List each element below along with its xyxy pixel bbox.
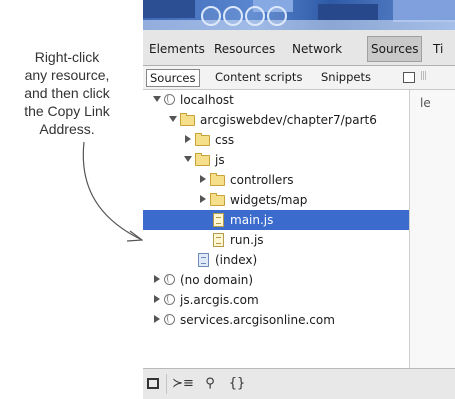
editor-pane xyxy=(410,90,455,368)
search-icon[interactable]: ⚲ xyxy=(201,369,219,399)
browser-banner xyxy=(143,0,455,30)
tree-item-label: (index) xyxy=(215,253,258,267)
toolbar-divider xyxy=(166,374,167,394)
tab-resources[interactable]: Resources xyxy=(214,36,275,62)
tree-item-label: main.js xyxy=(230,213,274,227)
pretty-print-icon[interactable]: {} xyxy=(227,369,247,399)
folder-icon xyxy=(210,173,225,186)
callout-line-3: and then click xyxy=(24,85,110,101)
script-file-icon xyxy=(213,233,224,247)
subtab-snippets[interactable]: Snippets xyxy=(321,69,371,87)
callout-line-4: the Copy Link xyxy=(24,103,110,119)
tree-item-run-js[interactable]: run.js xyxy=(143,230,409,250)
resize-grip-icon[interactable]: ||| xyxy=(420,71,427,81)
expand-arrow-icon[interactable] xyxy=(184,156,192,162)
sources-sub-tab-bar: Sources Content scripts Snippets ||| xyxy=(143,66,455,90)
tree-item-controllers-folder[interactable]: controllers xyxy=(143,170,409,190)
expand-arrow-icon[interactable] xyxy=(169,116,177,122)
tree-item-main-js[interactable]: main.js xyxy=(143,210,409,230)
collapse-arrow-icon[interactable] xyxy=(200,175,206,183)
tab-sources[interactable]: Sources xyxy=(367,36,423,62)
collapse-arrow-icon[interactable] xyxy=(200,195,206,203)
instruction-callout: Right-click any resource, and then click… xyxy=(0,48,134,138)
collapse-arrow-icon[interactable] xyxy=(154,295,160,303)
folder-icon xyxy=(195,153,210,166)
tab-elements[interactable]: Elements xyxy=(149,36,205,62)
folder-icon xyxy=(195,133,210,146)
tree-item-label: controllers xyxy=(230,173,294,187)
collapse-arrow-icon[interactable] xyxy=(154,275,160,283)
tree-item-localhost[interactable]: localhost xyxy=(143,90,409,110)
dock-icon[interactable] xyxy=(147,369,161,399)
tree-item-widgets-map-folder[interactable]: widgets/map xyxy=(143,190,409,210)
tree-item-index[interactable]: (index) xyxy=(143,250,409,270)
globe-icon xyxy=(164,274,175,285)
tree-item-label: (no domain) xyxy=(180,273,254,287)
folder-icon xyxy=(180,113,195,126)
document-file-icon xyxy=(198,253,209,267)
subtab-sources[interactable]: Sources xyxy=(146,69,200,87)
script-file-icon xyxy=(213,213,224,227)
callout-line-1: Right-click xyxy=(34,49,100,65)
tab-timeline[interactable]: Ti xyxy=(433,36,443,62)
tree-item-label: localhost xyxy=(180,93,234,107)
tree-item-label: services.arcgisonline.com xyxy=(180,313,335,327)
globe-icon xyxy=(164,94,175,105)
globe-icon xyxy=(164,314,175,325)
sources-tree: localhost arcgiswebdev/chapter7/part6 cs… xyxy=(143,90,409,368)
tree-item-css-folder[interactable]: css xyxy=(143,130,409,150)
console-icon[interactable]: ≻≡ xyxy=(172,369,194,399)
editor-pane-text: le xyxy=(420,96,431,110)
bottom-toolbar: ≻≡ ⚲ {} xyxy=(143,368,455,399)
globe-icon xyxy=(164,294,175,305)
tree-item-label: css xyxy=(215,133,235,147)
tree-item-label: js xyxy=(215,153,225,167)
toggle-panel-icon[interactable] xyxy=(403,72,415,83)
folder-icon xyxy=(210,193,225,206)
tree-item-no-domain[interactable]: (no domain) xyxy=(143,270,409,290)
collapse-arrow-icon[interactable] xyxy=(154,315,160,323)
tree-item-js-folder[interactable]: js xyxy=(143,150,409,170)
callout-line-2: any resource, xyxy=(24,67,110,83)
tree-item-services-arcgisonline-com[interactable]: services.arcgisonline.com xyxy=(143,310,409,330)
subtab-content-scripts[interactable]: Content scripts xyxy=(215,69,302,87)
tree-item-label: js.arcgis.com xyxy=(180,293,259,307)
tab-network[interactable]: Network xyxy=(292,36,342,62)
devtools-window: Elements Resources Network Sources Ti So… xyxy=(143,0,455,399)
tree-item-label: widgets/map xyxy=(230,193,308,207)
collapse-arrow-icon[interactable] xyxy=(185,135,191,143)
tree-item-js-arcgis-com[interactable]: js.arcgis.com xyxy=(143,290,409,310)
expand-arrow-icon[interactable] xyxy=(153,96,161,102)
tree-item-arcgiswebdev-folder[interactable]: arcgiswebdev/chapter7/part6 xyxy=(143,110,409,130)
tree-item-label: arcgiswebdev/chapter7/part6 xyxy=(200,113,377,127)
main-tab-bar: Elements Resources Network Sources Ti xyxy=(143,30,455,66)
callout-line-5: Address. xyxy=(39,121,95,137)
tree-item-label: run.js xyxy=(230,233,264,247)
callout-arrow-icon xyxy=(82,141,144,242)
